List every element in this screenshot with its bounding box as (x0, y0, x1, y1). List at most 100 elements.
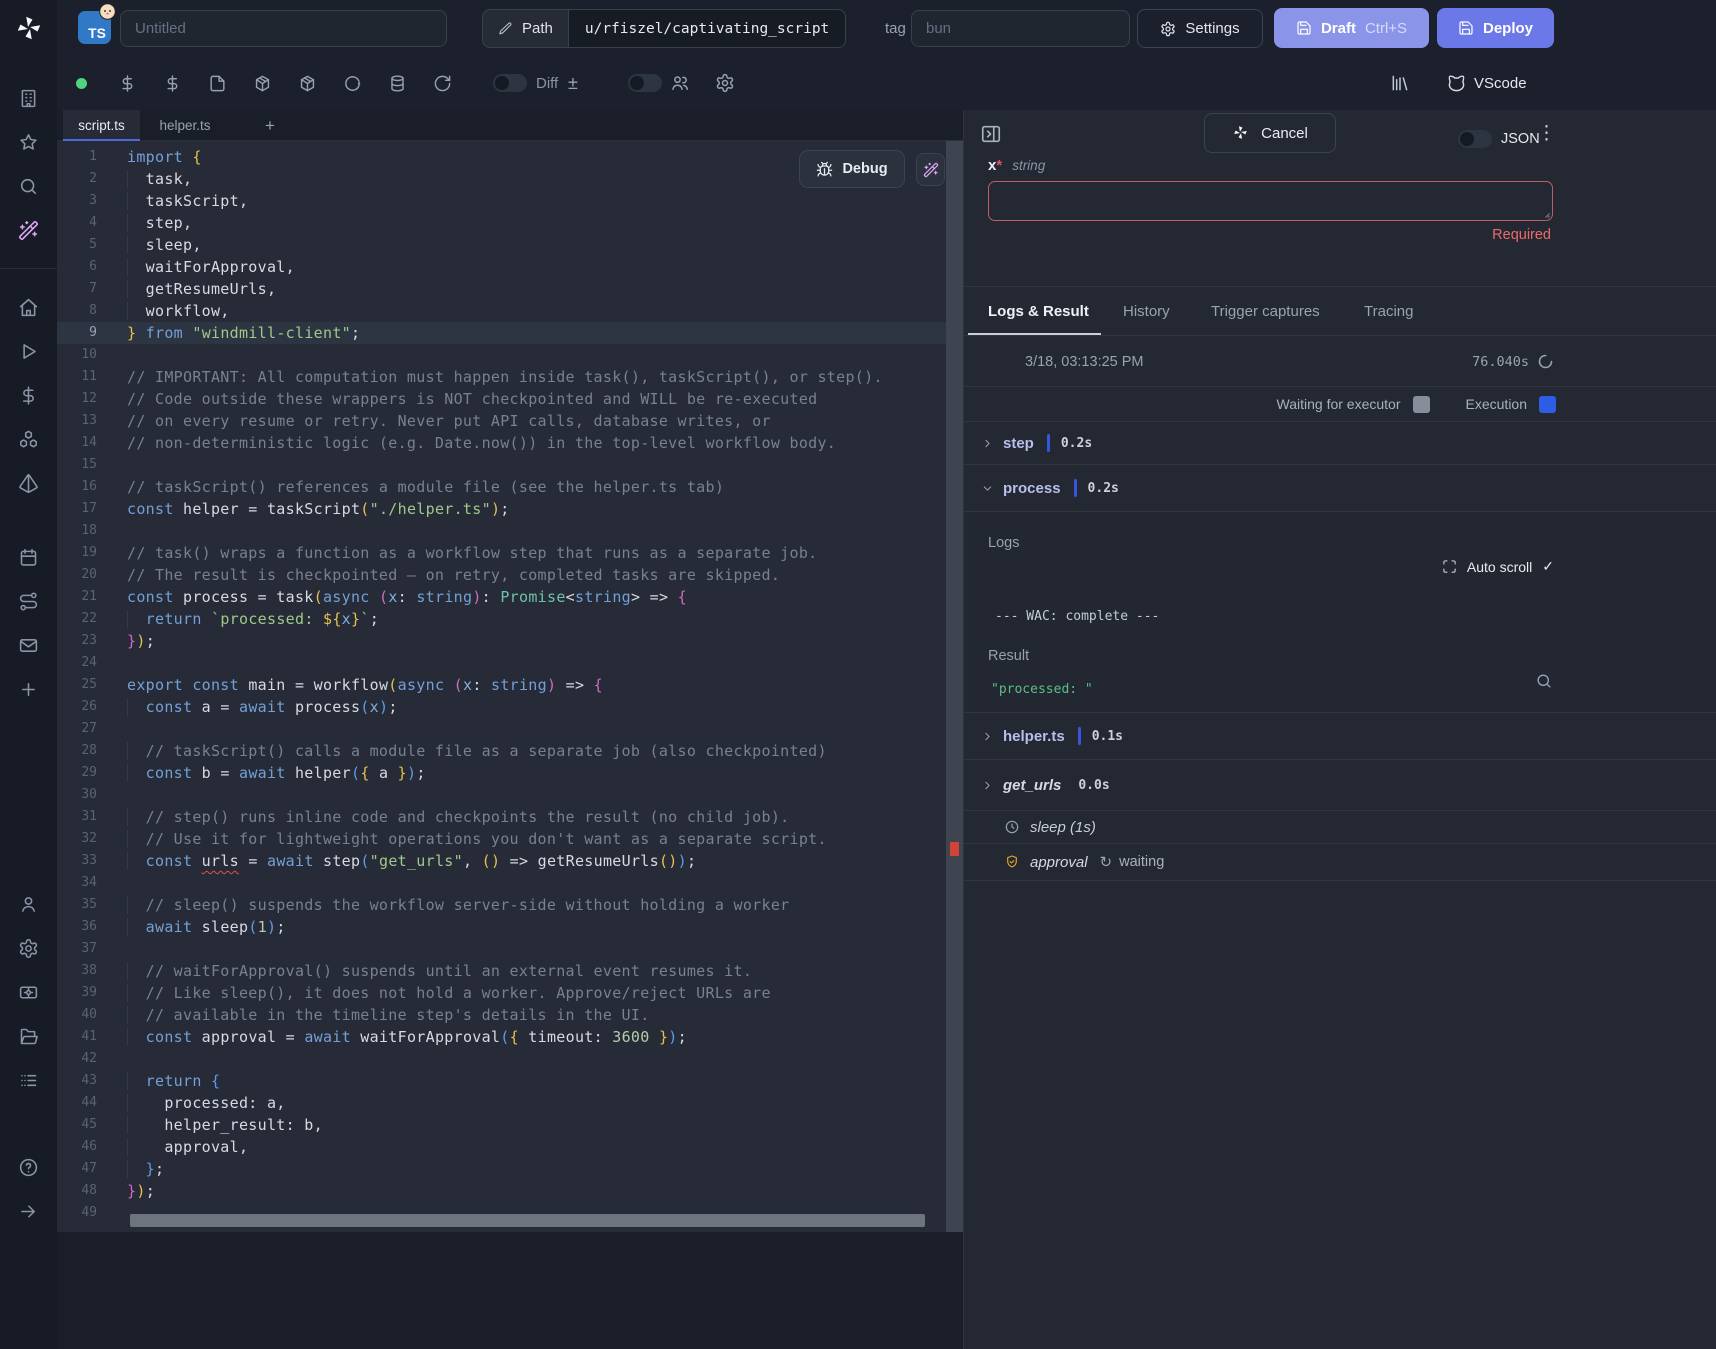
code-line[interactable]: 7 getResumeUrls, (57, 278, 946, 300)
toolbar-package-icon[interactable] (297, 73, 317, 93)
code-line[interactable]: 10 (57, 344, 946, 366)
library-icon[interactable] (1390, 73, 1410, 93)
sidebar-settings-icon[interactable] (18, 937, 40, 959)
code-line[interactable]: 27 (57, 718, 946, 740)
cancel-run-button[interactable]: Cancel (1204, 113, 1336, 153)
code-line[interactable]: 6 waitForApproval, (57, 256, 946, 278)
horizontal-scrollbar[interactable] (130, 1214, 925, 1227)
sidebar-pyramid-icon[interactable] (18, 472, 40, 494)
sidebar-folder-icon[interactable] (18, 1025, 40, 1047)
code-line[interactable]: 41 const approval = await waitForApprova… (57, 1026, 946, 1048)
code-line[interactable]: 47 }; (57, 1158, 946, 1180)
code-line[interactable]: 16// taskScript() references a module fi… (57, 476, 946, 498)
run-summary-row[interactable]: 3/18, 03:13:25 PM 76.040s (964, 336, 1716, 387)
code-line[interactable]: 13// on every resume or retry. Never put… (57, 410, 946, 432)
sidebar-boxes-icon[interactable] (18, 428, 40, 450)
timeline-row-process[interactable]: process 0.2s (964, 465, 1716, 512)
timeline-row-step[interactable]: step 0.2s (964, 422, 1716, 465)
code-line[interactable]: 9} from "windmill-client"; (57, 322, 946, 344)
timeline-row-approval[interactable]: approval ↻ waiting (964, 844, 1716, 881)
code-line[interactable]: 36 await sleep(1); (57, 916, 946, 938)
code-line[interactable]: 17const helper = taskScript("./helper.ts… (57, 498, 946, 520)
sidebar-search-icon[interactable] (18, 175, 40, 197)
code-line[interactable]: 8 workflow, (57, 300, 946, 322)
settings-button[interactable]: Settings (1137, 9, 1263, 48)
gear-icon[interactable] (715, 73, 735, 93)
sidebar-building-icon[interactable] (18, 87, 40, 109)
sidebar-route-icon[interactable] (18, 590, 40, 612)
diff-toggle[interactable] (493, 74, 527, 92)
code-line[interactable]: 45 helper_result: b, (57, 1114, 946, 1136)
sidebar-calendar-icon[interactable] (18, 546, 40, 568)
sidebar-service-icon[interactable] (18, 981, 40, 1003)
tab-helper-ts[interactable]: helper.ts (150, 110, 220, 141)
sidebar-play-icon[interactable] (18, 340, 40, 362)
code-line[interactable]: 37 (57, 938, 946, 960)
add-tab-button[interactable]: + (256, 110, 284, 141)
code-line[interactable]: 33 const urls = await step("get_urls", (… (57, 850, 946, 872)
code-line[interactable]: 15 (57, 454, 946, 476)
code-line[interactable]: 19// task() wraps a function as a workfl… (57, 542, 946, 564)
tab-trigger-captures[interactable]: Trigger captures (1211, 287, 1320, 336)
sidebar-list-icon[interactable] (18, 1069, 40, 1091)
code-line[interactable]: 32 // Use it for lightweight operations … (57, 828, 946, 850)
code-line[interactable]: 44 processed: a, (57, 1092, 946, 1114)
sidebar-arrow-right-icon[interactable] (18, 1200, 40, 1222)
script-name-input[interactable] (120, 10, 447, 47)
code-line[interactable]: 30 (57, 784, 946, 806)
edit-path-button[interactable]: Path (482, 9, 569, 48)
code-line[interactable]: 24 (57, 652, 946, 674)
sidebar-wand-sparkles-icon[interactable] (18, 219, 40, 241)
sidebar-user-icon[interactable] (18, 893, 40, 915)
code-line[interactable]: 3 taskScript, (57, 190, 946, 212)
sidebar-dollar-icon[interactable] (18, 384, 40, 406)
code-line[interactable]: 31 // step() runs inline code and checkp… (57, 806, 946, 828)
code-line[interactable]: 12// Code outside these wrappers is NOT … (57, 388, 946, 410)
code-line[interactable]: 11// IMPORTANT: All computation must hap… (57, 366, 946, 388)
sidebar-home-icon[interactable] (18, 296, 40, 318)
code-line[interactable]: 29 const b = await helper({ a }); (57, 762, 946, 784)
search-icon[interactable] (1535, 672, 1553, 690)
code-line[interactable]: 28 // taskScript() calls a module file a… (57, 740, 946, 762)
toolbar-file-icon[interactable] (207, 73, 227, 93)
code-line[interactable]: 48}); (57, 1180, 946, 1202)
code-line[interactable]: 14// non-deterministic logic (e.g. Date.… (57, 432, 946, 454)
script-path-value[interactable]: u/rfiszel/captivating_script (569, 9, 846, 48)
sidebar-mail-icon[interactable] (18, 634, 40, 656)
code-line[interactable]: 40 // available in the timeline step's d… (57, 1004, 946, 1026)
users-icon[interactable] (670, 73, 690, 93)
kebab-menu-icon[interactable]: ⋮ (1537, 122, 1556, 145)
code-line[interactable]: 38 // waitForApproval() suspends until a… (57, 960, 946, 982)
tab-logs-result[interactable]: Logs & Result (988, 287, 1089, 336)
tag-input[interactable] (911, 10, 1130, 47)
code-line[interactable]: 25export const main = workflow(async (x:… (57, 674, 946, 696)
timeline-row-helper-ts[interactable]: helper.ts 0.1s (964, 713, 1716, 760)
debug-button[interactable]: Debug (799, 150, 905, 188)
code-line[interactable]: 35 // sleep() suspends the workflow serv… (57, 894, 946, 916)
code-line[interactable]: 23}); (57, 630, 946, 652)
toolbar-refresh-icon[interactable] (432, 73, 452, 93)
windmill-logo-icon[interactable] (14, 13, 44, 43)
sidebar-star-icon[interactable] (18, 131, 40, 153)
code-line[interactable]: 42 (57, 1048, 946, 1070)
code-line[interactable]: 26 const a = await process(x); (57, 696, 946, 718)
tab-script-ts[interactable]: script.ts (63, 110, 140, 141)
toolbar-database-icon[interactable] (387, 73, 407, 93)
vscode-button[interactable]: VScode (1447, 57, 1527, 110)
code-line[interactable]: 43 return { (57, 1070, 946, 1092)
collapse-panel-icon[interactable] (980, 123, 1004, 147)
collab-toggle[interactable] (628, 74, 662, 92)
vertical-scrollbar[interactable] (946, 141, 963, 1232)
code-line[interactable]: 20// The result is checkpointed – on ret… (57, 564, 946, 586)
toolbar-dollar-icon[interactable] (162, 73, 182, 93)
deploy-button[interactable]: Deploy (1437, 8, 1554, 48)
auto-scroll-control[interactable]: Auto scroll ✓ (1442, 558, 1554, 575)
draft-button[interactable]: Draft Ctrl+S (1274, 8, 1429, 48)
toolbar-dollar-icon[interactable] (117, 73, 137, 93)
code-line[interactable]: 39 // Like sleep(), it does not hold a w… (57, 982, 946, 1004)
code-line[interactable]: 18 (57, 520, 946, 542)
timeline-row-get-urls[interactable]: get_urls 0.0s (964, 760, 1716, 811)
sidebar-plus-icon[interactable] (18, 678, 40, 700)
code-line[interactable]: 4 step, (57, 212, 946, 234)
tab-history[interactable]: History (1123, 287, 1170, 336)
